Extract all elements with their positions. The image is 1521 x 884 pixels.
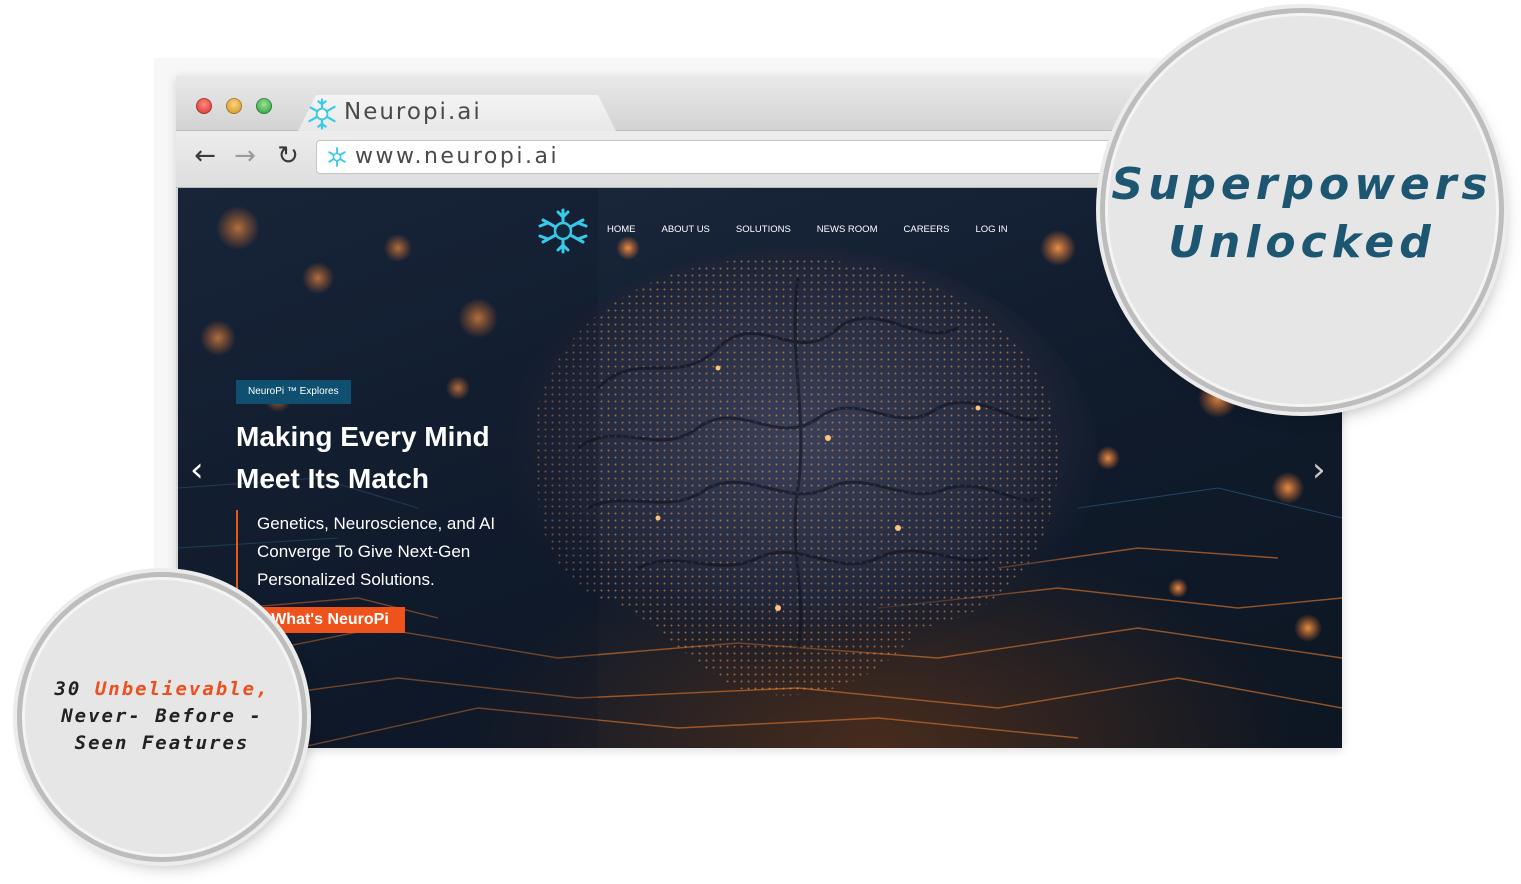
- nav-about-us[interactable]: ABOUT US: [662, 224, 710, 235]
- back-arrow-icon[interactable]: ←: [190, 141, 220, 171]
- features-line-3: Seen Features: [74, 732, 250, 754]
- carousel-next-icon[interactable]: ›: [1312, 450, 1326, 490]
- whats-neuropi-button[interactable]: What's NeuroPi: [255, 607, 405, 633]
- headline-line-1: Making Every Mind: [236, 421, 490, 452]
- screenshot-stage: Neuropi.ai ← → ↻ www.neuropi.ai HOME ABO…: [0, 0, 1521, 884]
- features-highlight: Unbelievable,: [94, 678, 270, 700]
- neuron-logo-icon[interactable]: [538, 208, 588, 254]
- browser-tab[interactable]: Neuropi.ai: [298, 95, 616, 131]
- reload-icon[interactable]: ↻: [273, 141, 303, 171]
- nav-solutions[interactable]: SOLUTIONS: [736, 224, 791, 235]
- close-window-button[interactable]: [196, 98, 212, 114]
- headline-line-2: Meet Its Match: [236, 463, 429, 494]
- explores-badge: NeuroPi ™ Explores: [236, 380, 351, 404]
- subtext-line-1: Genetics, Neuroscience, and AI: [257, 514, 496, 533]
- hero-subtext: Genetics, Neuroscience, and AI Converge …: [236, 510, 577, 594]
- callout-line-2: Unlocked: [1168, 217, 1436, 268]
- subtext-line-3: Personalized Solutions.: [257, 570, 435, 589]
- url-text[interactable]: www.neuropi.ai: [355, 144, 559, 169]
- nav-news-room[interactable]: NEWS ROOM: [817, 224, 878, 235]
- tab-title: Neuropi.ai: [344, 99, 482, 125]
- maximize-window-button[interactable]: [256, 98, 272, 114]
- features-count: 30: [54, 678, 82, 700]
- main-nav: HOME ABOUT US SOLUTIONS NEWS ROOM CAREER…: [607, 224, 1034, 235]
- minimize-window-button[interactable]: [226, 98, 242, 114]
- features-line-1: 30 Unbelievable,: [25, 676, 299, 703]
- subtext-line-2: Converge To Give Next-Gen: [257, 542, 471, 561]
- forward-arrow-icon[interactable]: →: [230, 141, 260, 171]
- neuron-favicon-icon: [308, 98, 336, 130]
- features-callout: 30 Unbelievable, Never- Before - Seen Fe…: [25, 580, 299, 854]
- carousel-prev-icon[interactable]: ‹: [190, 450, 204, 490]
- superpowers-callout: Superpowers Unlocked: [1108, 16, 1496, 404]
- hero-headline: Making Every Mind Meet Its Match: [236, 416, 566, 500]
- nav-log-in[interactable]: LOG IN: [975, 224, 1007, 235]
- callout-line-1: Superpowers: [1111, 159, 1493, 210]
- nav-careers[interactable]: CAREERS: [904, 224, 950, 235]
- site-favicon-icon: [328, 147, 346, 167]
- nav-home[interactable]: HOME: [607, 224, 636, 235]
- features-line-2: Never- Before -: [61, 705, 263, 727]
- superpowers-text: Superpowers Unlocked: [1108, 156, 1496, 272]
- features-text: 30 Unbelievable, Never- Before - Seen Fe…: [25, 676, 299, 757]
